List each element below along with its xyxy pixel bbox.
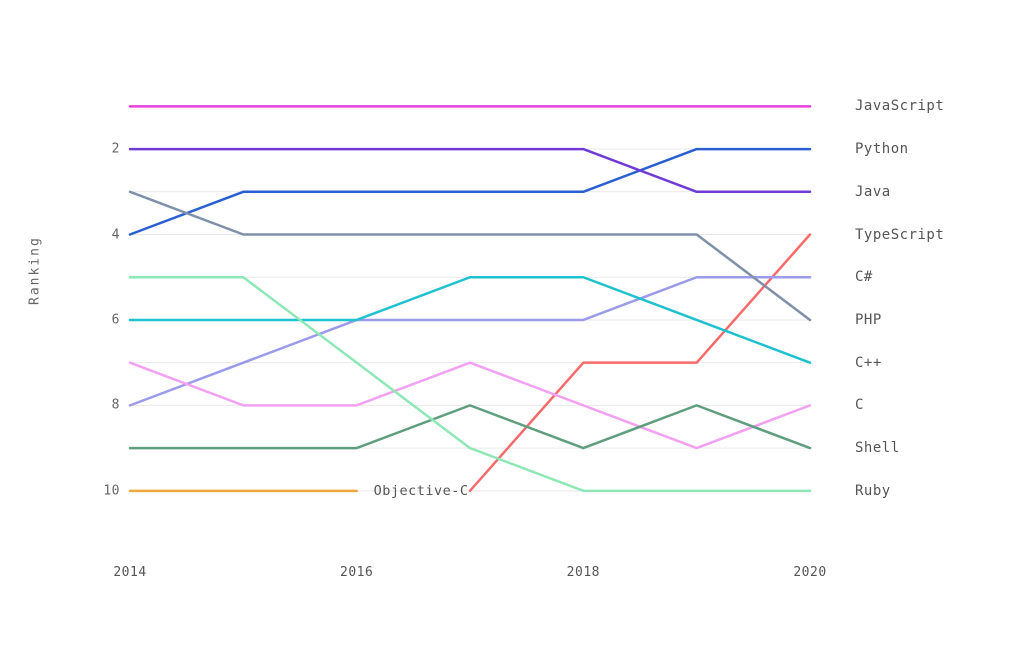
y-axis-label: Ranking	[28, 236, 43, 305]
series-end-label: C#	[855, 269, 873, 285]
series-mid-label: Objective-C	[374, 483, 469, 499]
series-end-label: Ruby	[855, 483, 891, 499]
y-tick-label: 10	[90, 483, 120, 498]
plot-svg	[130, 85, 810, 525]
series-end-label: Python	[855, 141, 909, 157]
y-tick-label: 2	[90, 142, 120, 157]
series-line	[130, 405, 810, 448]
series-line	[130, 277, 810, 405]
y-tick-label: 8	[90, 398, 120, 413]
series-end-label: JavaScript	[855, 98, 944, 114]
y-tick-label: 4	[90, 227, 120, 242]
x-tick-label: 2014	[113, 565, 146, 580]
series-end-label: TypeScript	[855, 227, 944, 243]
series-end-label: C	[855, 397, 864, 413]
series-end-label: PHP	[855, 312, 882, 328]
series-line	[130, 192, 810, 320]
series-end-label: C++	[855, 355, 882, 371]
series-line	[130, 277, 810, 491]
x-tick-label: 2020	[793, 565, 826, 580]
ranking-chart: Ranking 2 4 6 8 10 2014 2016 2018 2020 JavaScri…	[0, 0, 1033, 656]
series-end-label: Shell	[855, 440, 900, 456]
series-line	[130, 149, 810, 192]
x-tick-label: 2016	[340, 565, 373, 580]
y-tick-label: 6	[90, 312, 120, 327]
plot-area	[130, 85, 810, 525]
x-tick-label: 2018	[567, 565, 600, 580]
series-end-label: Java	[855, 184, 891, 200]
